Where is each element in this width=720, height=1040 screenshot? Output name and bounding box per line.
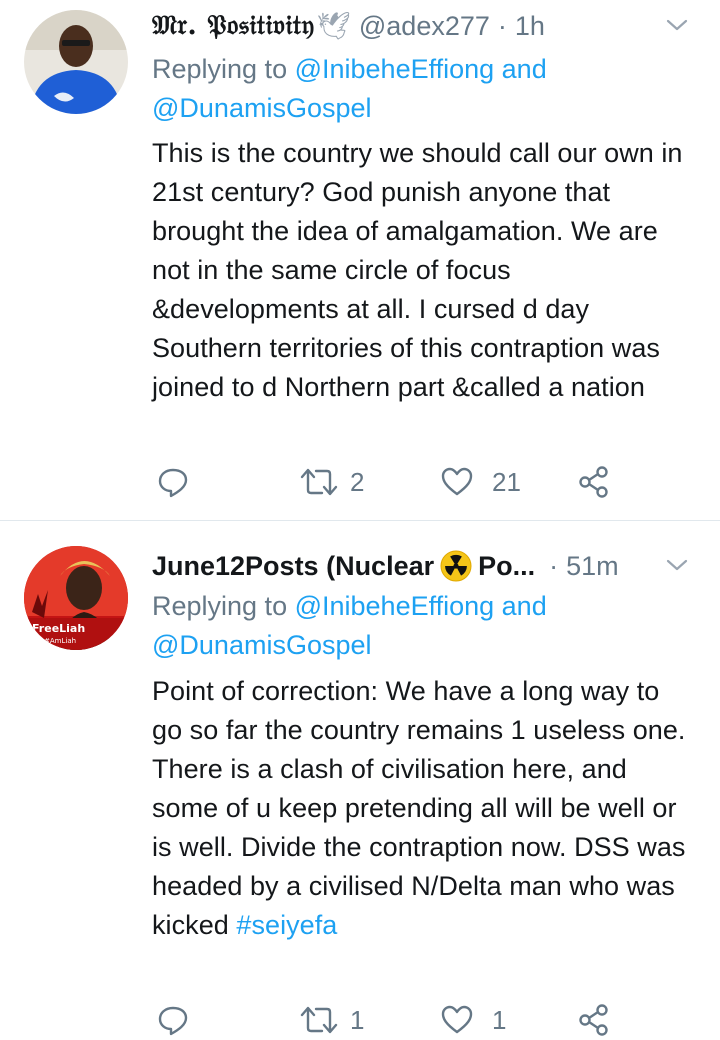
share-button[interactable] — [578, 462, 610, 502]
timestamp[interactable]: 51m — [566, 551, 619, 582]
avatar[interactable] — [24, 10, 128, 114]
user-handle[interactable]: @adex277 — [359, 11, 490, 42]
replying-to: Replying to @InibeheEffiong and @Dunamis… — [152, 50, 700, 128]
tweet-body-text: This is the country we should call our o… — [152, 138, 683, 402]
like-button[interactable]: 21 — [440, 462, 521, 502]
retweet-button[interactable]: 2 — [298, 462, 364, 502]
replying-and[interactable]: and — [494, 54, 547, 84]
replying-prefix: Replying to — [152, 54, 295, 84]
replying-prefix: Replying to — [152, 591, 295, 621]
hashtag-link[interactable]: #seiyefa — [236, 910, 337, 940]
tweet-actions: 1 1 — [152, 1000, 700, 1040]
avatar[interactable]: FreeLiah #AmLiah — [24, 546, 128, 650]
tweet[interactable]: FreeLiah #AmLiah June12Posts (Nuclear Po… — [0, 521, 720, 1036]
dove-emoji: 🕊 — [316, 11, 351, 41]
display-name[interactable]: 𝔐𝔯. 𝔓𝔬𝔰𝔦𝔱𝔦𝔳𝔦𝔱𝔶 — [152, 10, 315, 42]
like-button[interactable]: 1 — [440, 1000, 506, 1040]
share-button[interactable] — [578, 1000, 610, 1040]
avatar-subtext: #AmLiah — [44, 637, 77, 645]
tweet-text: This is the country we should call our o… — [152, 134, 690, 407]
avatar-label: FreeLiah #AmLiah — [32, 623, 85, 647]
tweet-header: 𝔐𝔯. 𝔓𝔬𝔰𝔦𝔱𝔦𝔳𝔦𝔱𝔶 🕊 @adex277 · 1h — [152, 8, 700, 44]
radiation-emoji — [440, 550, 472, 582]
heart-icon — [441, 467, 473, 496]
share-icon — [579, 466, 608, 498]
tweet-actions: 2 21 — [152, 462, 700, 502]
mention-link[interactable]: @InibeheEffiong — [295, 54, 495, 84]
reply-icon — [158, 468, 188, 498]
mention-link[interactable]: @DunamisGospel — [152, 630, 372, 660]
share-icon — [579, 1004, 608, 1036]
like-count: 21 — [492, 466, 521, 497]
display-name-suffix[interactable]: Po... — [478, 551, 535, 582]
retweet-count: 2 — [350, 466, 365, 497]
heart-icon — [441, 1005, 473, 1034]
separator: · — [549, 550, 559, 581]
retweet-count: 1 — [350, 1004, 365, 1035]
reply-icon — [158, 1006, 188, 1036]
display-name[interactable]: June12Posts (Nuclear — [152, 551, 434, 582]
retweet-icon — [300, 1006, 338, 1034]
tweet-header: June12Posts (Nuclear Po... · 51m — [152, 548, 700, 584]
replying-and[interactable]: and — [494, 591, 547, 621]
like-count: 1 — [492, 1004, 507, 1035]
chevron-down-icon[interactable] — [664, 12, 690, 38]
timestamp[interactable]: 1h — [515, 11, 545, 42]
tweet-body-text: Point of correction: We have a long way … — [152, 676, 686, 940]
avatar-text: FreeLiah — [32, 622, 86, 635]
separator: · — [497, 10, 507, 41]
mention-link[interactable]: @InibeheEffiong — [295, 591, 495, 621]
reply-button[interactable] — [156, 462, 204, 502]
chevron-down-icon[interactable] — [664, 552, 690, 578]
reply-button[interactable] — [156, 1000, 204, 1040]
retweet-icon — [300, 468, 338, 496]
tweet-text: Point of correction: We have a long way … — [152, 672, 690, 945]
mention-link[interactable]: @DunamisGospel — [152, 93, 372, 123]
tweet[interactable]: 𝔐𝔯. 𝔓𝔬𝔰𝔦𝔱𝔦𝔳𝔦𝔱𝔶 🕊 @adex277 · 1h Replying … — [0, 0, 720, 520]
replying-to: Replying to @InibeheEffiong and @Dunamis… — [152, 587, 700, 665]
retweet-button[interactable]: 1 — [298, 1000, 364, 1040]
